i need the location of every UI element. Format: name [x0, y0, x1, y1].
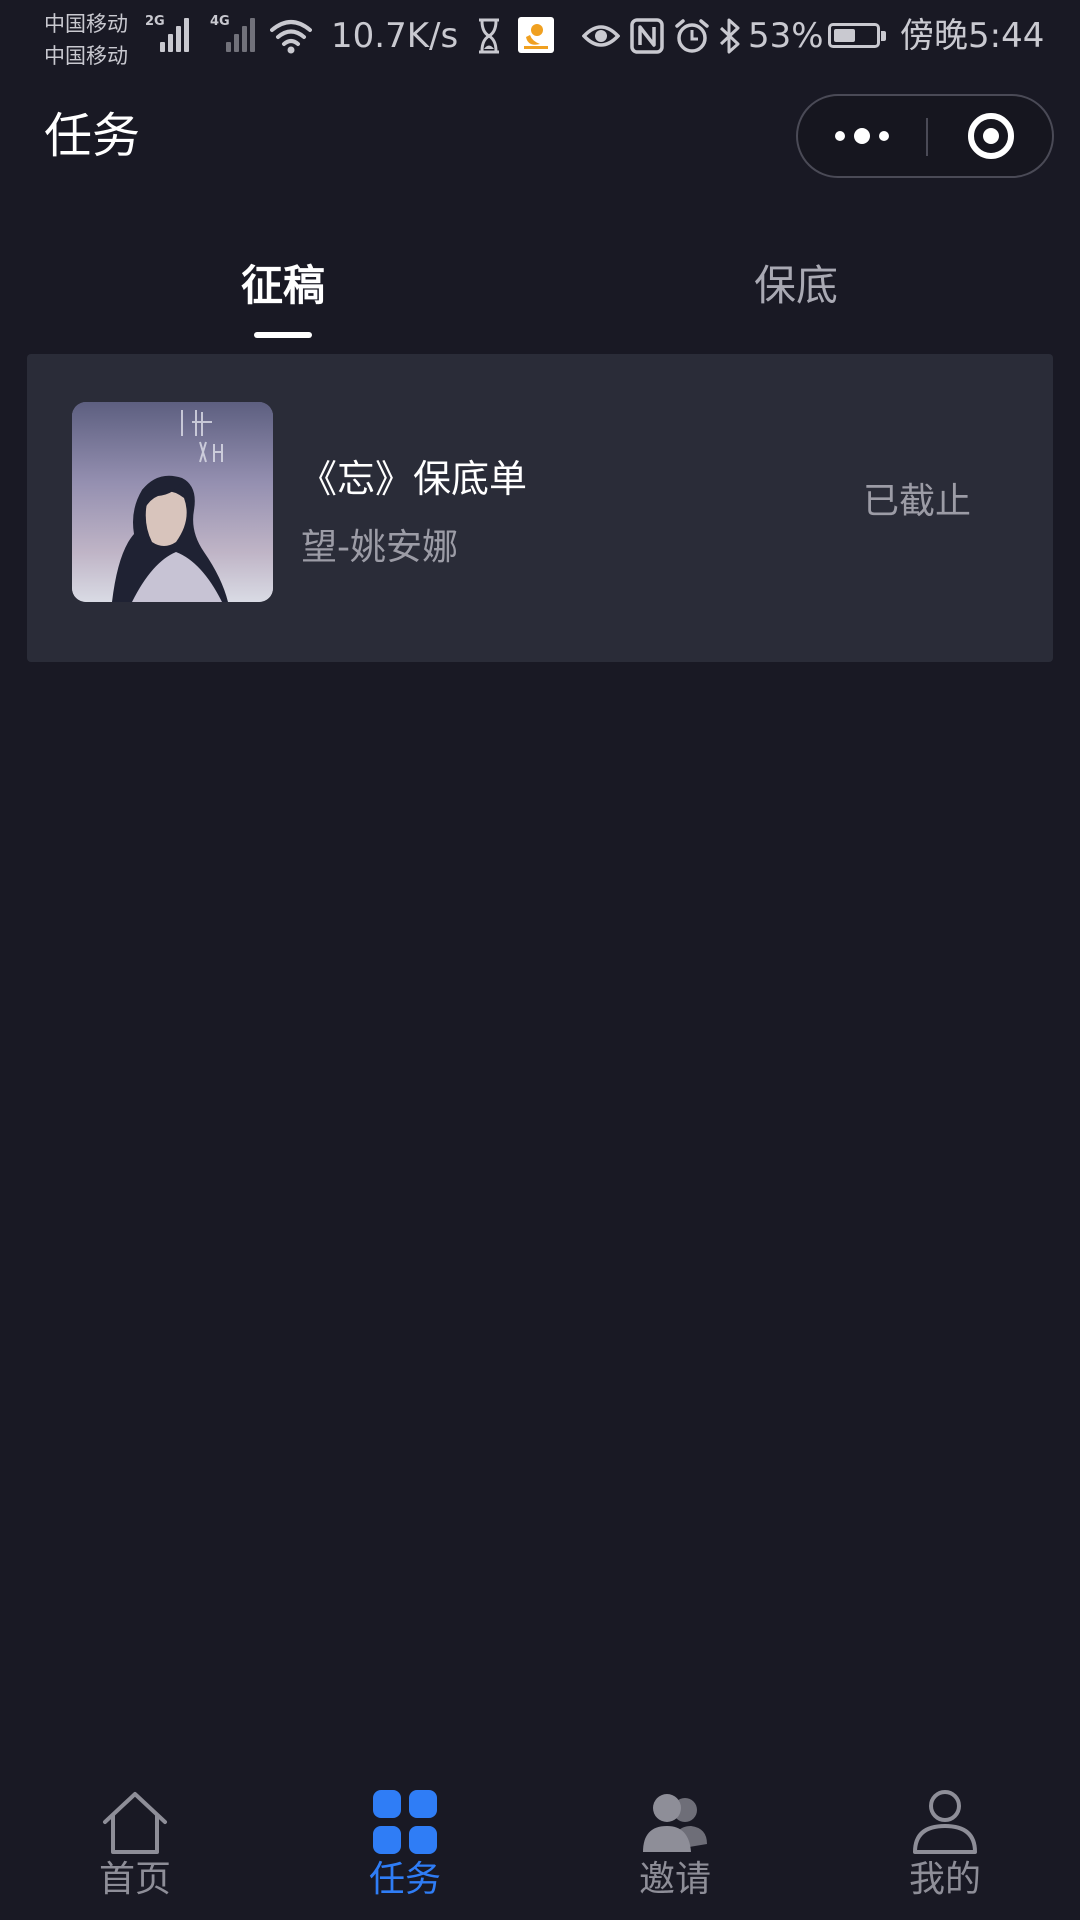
bluetooth-icon	[719, 18, 740, 54]
nav-home[interactable]: 首页	[35, 1782, 235, 1912]
eye-icon	[582, 25, 620, 47]
home-icon	[103, 1792, 167, 1854]
signal-2-icon	[226, 14, 266, 52]
battery-percent: 53%	[748, 16, 824, 56]
nav-home-label: 首页	[98, 1859, 171, 1900]
target-icon	[968, 113, 1014, 159]
active-tab-indicator	[254, 332, 312, 338]
alarm-icon	[675, 19, 709, 53]
tab-submission[interactable]: 征稿	[173, 258, 393, 314]
carrier-1: 中国移动	[44, 12, 128, 36]
task-status: 已截止	[863, 481, 972, 522]
task-title: 《忘》保底单	[299, 457, 528, 501]
wifi-icon	[270, 20, 312, 54]
page-title: 任务	[44, 108, 141, 164]
carrier-names: 中国移动 中国移动	[44, 8, 128, 72]
signal-1-icon	[160, 14, 200, 52]
close-mini-program-button[interactable]	[928, 96, 1054, 176]
nav-tasks-label: 任务	[368, 1859, 441, 1900]
tab-guarantee[interactable]: 保底	[686, 258, 906, 314]
app-notification-icon	[518, 17, 554, 53]
nav-mine-label: 我的	[908, 1859, 981, 1900]
mini-program-capsule	[796, 94, 1054, 178]
more-dots-icon	[835, 128, 889, 144]
hourglass-icon	[479, 18, 499, 54]
battery-icon	[828, 23, 886, 48]
grid-icon	[373, 1790, 437, 1854]
bottom-navigation: 首页 任务 邀请 我的	[0, 1760, 1080, 1920]
net-speed: 10.7K/s	[331, 16, 459, 56]
status-bar: 中国移动 中国移动 2G 4G 10.7K/s 53% 傍晚5:44	[0, 0, 1080, 76]
more-button[interactable]	[798, 96, 926, 176]
person-icon	[913, 1790, 977, 1854]
nfc-icon	[630, 18, 664, 54]
nav-invite[interactable]: 邀请	[575, 1782, 775, 1912]
carrier-2: 中国移动	[44, 44, 128, 68]
task-card[interactable]: 《忘》保底单 望-姚安娜 已截止	[27, 354, 1053, 662]
nav-mine[interactable]: 我的	[845, 1782, 1045, 1912]
nav-tasks[interactable]: 任务	[305, 1782, 505, 1912]
task-song-artist: 望-姚安娜	[301, 527, 458, 568]
people-icon	[643, 1794, 707, 1852]
album-cover-image	[72, 402, 273, 602]
clock: 傍晚5:44	[900, 16, 1045, 56]
nav-invite-label: 邀请	[638, 1859, 711, 1900]
